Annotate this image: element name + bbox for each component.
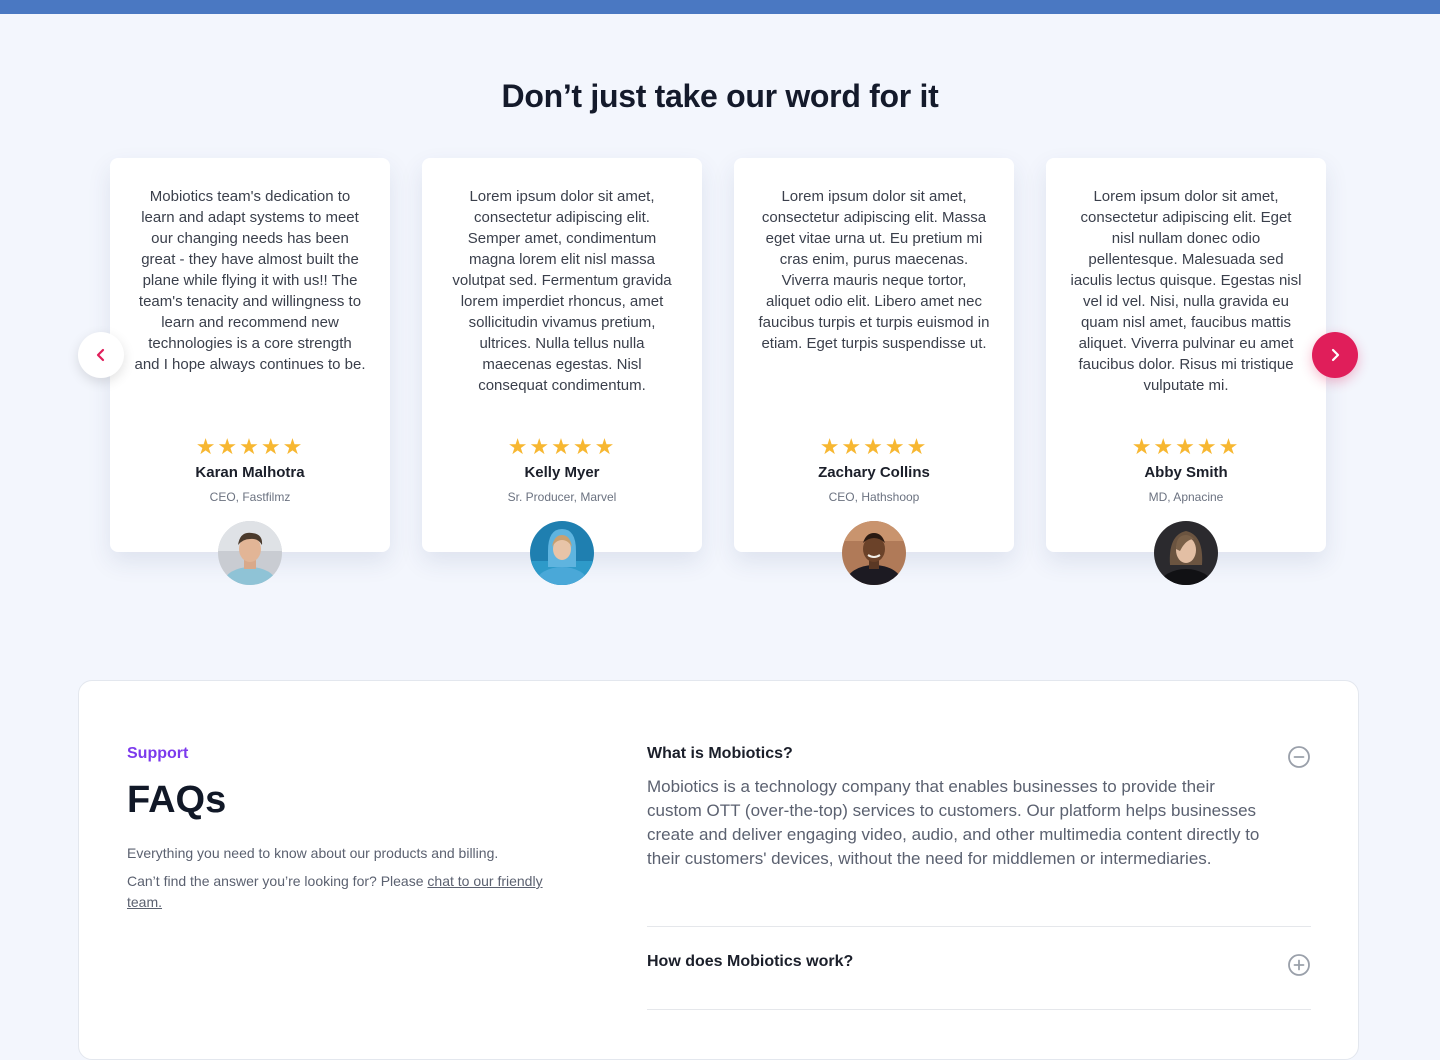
testimonial-role: MD, Apnacine (1148, 490, 1224, 504)
faq-item[interactable]: How does Mobiotics work? (647, 953, 1311, 976)
testimonial-quote: Mobiotics team's dedication to learn and… (134, 188, 366, 373)
faq-toggle[interactable] (1287, 745, 1311, 769)
faq-toggle[interactable] (1287, 953, 1311, 977)
testimonial-role: CEO, Fastfilmz (209, 490, 291, 504)
faq-panel: Support FAQs Everything you need to know… (78, 680, 1359, 1060)
chevron-right-icon (1331, 348, 1340, 362)
avatar (530, 521, 594, 585)
faq-description: Everything you need to know about our pr… (127, 845, 499, 861)
star-rating: ★★★★★ (507, 434, 617, 459)
avatar (1154, 521, 1218, 585)
faq-divider (647, 926, 1311, 927)
testimonial-name: Abby Smith (1144, 464, 1228, 481)
testimonial-quote: Lorem ipsum dolor sit amet, consectetur … (1070, 188, 1302, 394)
testimonial-card: Mobiotics team's dedication to learn and… (110, 158, 390, 585)
testimonial-card: Lorem ipsum dolor sit amet, consectetur … (734, 158, 1014, 585)
faq-item[interactable]: What is Mobiotics? Mobiotics is a techno… (647, 745, 1311, 871)
testimonial-carousel: Mobiotics team's dedication to learn and… (110, 158, 1326, 598)
testimonial-card: Lorem ipsum dolor sit amet, consectetur … (1046, 158, 1326, 585)
chevron-left-icon (96, 348, 105, 362)
avatar (218, 521, 282, 585)
star-rating: ★★★★★ (819, 434, 929, 459)
faq-answer: Mobiotics is a technology company that e… (647, 777, 1260, 868)
minus-circle-icon (1288, 746, 1310, 768)
faq-heading: FAQs (127, 779, 227, 821)
faq-eyebrow: Support (127, 745, 189, 762)
faq-help-text: Can’t find the answer you’re looking for… (127, 871, 567, 913)
testimonial-name: Karan Malhotra (195, 464, 305, 481)
carousel-prev-button[interactable] (78, 332, 124, 378)
carousel-next-button[interactable] (1312, 332, 1358, 378)
section-title: Don’t just take our word for it (501, 78, 939, 114)
top-bar (0, 0, 1440, 14)
testimonial-role: Sr. Producer, Marvel (507, 490, 617, 504)
testimonial-name: Kelly Myer (524, 464, 600, 481)
testimonial-name: Zachary Collins (818, 464, 930, 481)
testimonial-role: CEO, Hathshoop (828, 490, 920, 504)
testimonial-card: Lorem ipsum dolor sit amet, consectetur … (422, 158, 702, 585)
star-rating: ★★★★★ (195, 434, 305, 459)
testimonial-quote: Lorem ipsum dolor sit amet, consectetur … (452, 188, 672, 394)
star-rating: ★★★★★ (1131, 434, 1241, 459)
faq-help-prefix: Can’t find the answer you’re looking for… (127, 873, 428, 889)
plus-circle-icon (1288, 954, 1310, 976)
faq-divider (647, 1009, 1311, 1010)
faq-question[interactable]: How does Mobiotics work? (647, 953, 1311, 971)
avatar (842, 521, 906, 585)
testimonial-quote: Lorem ipsum dolor sit amet, consectetur … (758, 188, 990, 352)
faq-question[interactable]: What is Mobiotics? (647, 745, 1311, 763)
